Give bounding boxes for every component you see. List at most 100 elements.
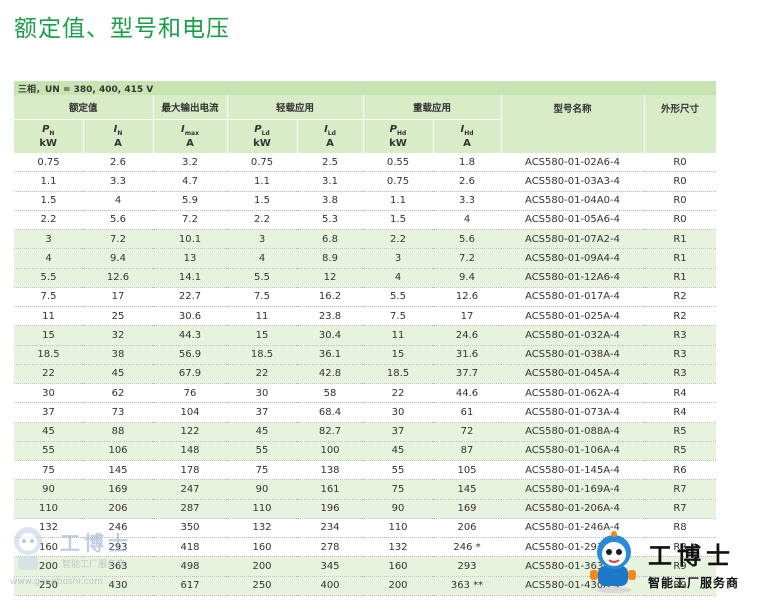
cell-phd: 1.5 (363, 210, 433, 231)
cell-in: 62 (83, 383, 153, 404)
cell-in: 3.3 (83, 171, 153, 192)
cell-ild: 36.1 (297, 345, 363, 365)
header-max-current: 最大输出电流 (153, 95, 228, 120)
table-row: 110 206 287 110 196 90 169 ACS580-01-206A-4 R7 (14, 499, 716, 519)
cell-imax: 22.7 (153, 287, 227, 308)
cell-pn: 45 (14, 422, 83, 442)
cell-in: 5.6 (83, 210, 153, 231)
table-row: 90 169 247 90 161 75 145 ACS580-01-169A-4 R7 (14, 479, 716, 500)
cell-type-name: ACS580-01-032A-4 (501, 325, 644, 346)
header-ild: ILd A (297, 119, 364, 153)
cell-imax: 617 (153, 576, 227, 596)
cell-type-name: ACS580-01-088A-4 (501, 422, 644, 442)
cell-pld: 1.1 (227, 171, 297, 192)
table-row: 7.5 17 22.7 7.5 16.2 5.5 12.6 ACS580-01-017A-4 R… (14, 287, 716, 308)
table-row: 15 32 44.3 15 30.4 11 24.6 ACS580-01-032A-4 R3 (14, 325, 716, 346)
watermark-right-title: 工博士 (648, 542, 735, 570)
cell-pld: 5.5 (227, 268, 297, 288)
table-row: 5.5 12.6 14.1 5.5 12 4 9.4 ACS580-01-12A6-4 R1 (14, 268, 716, 288)
cell-type-name: ACS580-01-07A2-4 (501, 229, 644, 250)
cell-in: 145 (83, 460, 153, 481)
cell-frame-size: R2 (644, 287, 716, 308)
cell-pld: 110 (227, 499, 297, 519)
cell-type-name: ACS580-01-017A-4 (501, 287, 644, 308)
cell-phd: 22 (363, 383, 433, 404)
table-row: 37 73 104 37 68.4 30 61 ACS580-01-073A-4 R4 (14, 402, 716, 423)
cell-phd: 0.75 (363, 171, 433, 192)
cell-ihd: 44.6 (433, 383, 501, 404)
cell-type-name: ACS580-01-025A-4 (501, 306, 644, 327)
cell-imax: 122 (153, 422, 227, 442)
cell-phd: 7.5 (363, 306, 433, 327)
cell-type-name: ACS580-01-062A-4 (501, 383, 644, 404)
cell-ild: 30.4 (297, 325, 363, 346)
cell-in: 9.4 (83, 248, 153, 269)
cell-ihd: 24.6 (433, 325, 501, 346)
table-row: 11 25 30.6 11 23.8 7.5 17 ACS580-01-025A-4 R2 (14, 306, 716, 327)
cell-pn: 7.5 (14, 287, 83, 308)
cell-pld: 3 (227, 229, 297, 250)
header-pn: PN kW (14, 119, 84, 153)
table-row: 30 62 76 30 58 22 44.6 ACS580-01-062A-4 R4 (14, 383, 716, 404)
cell-type-name: ACS580-01-073A-4 (501, 402, 644, 423)
cell-phd: 160 (363, 556, 433, 577)
cell-ild: 2.5 (297, 153, 363, 173)
ratings-table-container: 三相，UN = 380, 400, 415 V 额定值 最大输出电流 轻载应用 … (14, 81, 717, 596)
cell-type-name: ACS580-01-145A-4 (501, 460, 644, 481)
cell-pn: 3 (14, 229, 83, 250)
cell-pld: 37 (227, 402, 297, 423)
cell-ihd: 293 (433, 556, 501, 577)
cell-pn: 30 (14, 383, 83, 404)
cell-imax: 10.1 (153, 229, 227, 250)
cell-ihd: 72 (433, 422, 501, 442)
cell-phd: 90 (363, 499, 433, 519)
cell-in: 17 (83, 287, 153, 308)
cell-pld: 30 (227, 383, 297, 404)
header-ihd: IHd A (433, 119, 502, 153)
cell-ihd: 105 (433, 460, 501, 481)
cell-imax: 14.1 (153, 268, 227, 288)
cell-imax: 44.3 (153, 325, 227, 346)
cell-type-name: ACS580-01-169A-4 (501, 479, 644, 500)
cell-ihd: 9.4 (433, 268, 501, 288)
cell-imax: 13 (153, 248, 227, 269)
cell-in: 7.2 (83, 229, 153, 250)
cell-ihd: 246 * (433, 537, 501, 558)
cell-phd: 45 (363, 441, 433, 462)
cell-imax: 30.6 (153, 306, 227, 327)
cell-frame-size: R7 (644, 479, 716, 500)
cell-type-name: ACS580-01-038A-4 (501, 345, 644, 365)
cell-phd: 1.1 (363, 191, 433, 211)
cell-pld: 22 (227, 364, 297, 385)
cell-pld: 0.75 (227, 153, 297, 173)
cell-phd: 15 (363, 345, 433, 365)
cell-pld: 132 (227, 518, 297, 539)
header-heavy-duty: 重载应用 (363, 95, 502, 120)
cell-phd: 37 (363, 422, 433, 442)
cell-in: 206 (83, 499, 153, 519)
cell-pn: 90 (14, 479, 83, 500)
cell-imax: 498 (153, 556, 227, 577)
cell-in: 2.6 (83, 153, 153, 173)
cell-pn: 5.5 (14, 268, 83, 288)
cell-phd: 11 (363, 325, 433, 346)
cell-frame-size: R7 (644, 499, 716, 519)
table-row: 4 9.4 13 4 8.9 3 7.2 ACS580-01-09A4-4 R1 (14, 248, 716, 269)
cell-in: 169 (83, 479, 153, 500)
cell-frame-size: R3 (644, 364, 716, 385)
cell-frame-size: R0 (644, 153, 716, 173)
watermark-right: 工博士 智能工厂服务商 (584, 530, 764, 596)
cell-ild: 345 (297, 556, 363, 577)
cell-pld: 2.2 (227, 210, 297, 231)
cell-in: 38 (83, 345, 153, 365)
cell-imax: 247 (153, 479, 227, 500)
cell-ihd: 169 (433, 499, 501, 519)
cell-frame-size: R0 (644, 171, 716, 192)
cell-ild: 82.7 (297, 422, 363, 442)
cell-pn: 2.2 (14, 210, 83, 231)
cell-ild: 161 (297, 479, 363, 500)
table-row: 1.5 4 5.9 1.5 3.8 1.1 3.3 ACS580-01-04A0-4 R0 (14, 191, 716, 211)
cell-ild: 6.8 (297, 229, 363, 250)
cell-pld: 4 (227, 248, 297, 269)
cell-ild: 5.3 (297, 210, 363, 231)
